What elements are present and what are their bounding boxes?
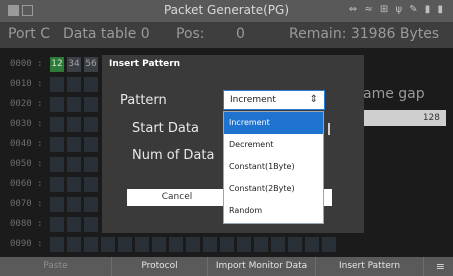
data-cell[interactable]: [50, 237, 64, 252]
data-cell[interactable]: [220, 237, 234, 252]
data-cell[interactable]: [84, 157, 98, 172]
paste-button[interactable]: Paste: [0, 257, 112, 276]
data-cell[interactable]: [84, 77, 98, 92]
data-cell[interactable]: [50, 157, 64, 172]
pattern-select-value: Increment: [230, 95, 276, 105]
data-cell[interactable]: [84, 117, 98, 132]
pattern-select[interactable]: Increment ⇕: [223, 90, 325, 110]
pos-label: Pos:: [176, 26, 205, 42]
chevron-updown-icon: ⇕: [309, 94, 318, 105]
data-cell[interactable]: [152, 237, 166, 252]
info-bar: Port C Data table 0 Pos: 0 Remain: 31986…: [0, 22, 453, 48]
data-cell[interactable]: [67, 197, 81, 212]
pattern-dropdown: Increment Decrement Constant(1Byte) Cons…: [223, 111, 324, 224]
data-table-label: Data table 0: [63, 26, 150, 42]
data-cell[interactable]: [169, 237, 183, 252]
row-address: 0040 :: [10, 139, 43, 149]
data-cell[interactable]: [84, 137, 98, 152]
data-cell[interactable]: [84, 97, 98, 112]
data-cell[interactable]: [271, 237, 285, 252]
row-address: 0030 :: [10, 119, 43, 129]
dropdown-option-decrement[interactable]: Decrement: [224, 134, 323, 156]
data-cell[interactable]: [50, 77, 64, 92]
row-address: 0050 :: [10, 159, 43, 169]
data-cell[interactable]: [118, 237, 132, 252]
data-cell[interactable]: [254, 237, 268, 252]
insert-pattern-button[interactable]: Insert Pattern: [316, 257, 424, 276]
data-cell[interactable]: [50, 217, 64, 232]
data-cell[interactable]: [67, 77, 81, 92]
data-cell[interactable]: [84, 177, 98, 192]
row-address: 0070 :: [10, 199, 43, 209]
num-of-data-label: Num of Data: [132, 148, 215, 163]
start-data-input[interactable]: [324, 123, 330, 135]
data-cell[interactable]: [101, 237, 115, 252]
start-data-label: Start Data: [132, 121, 199, 136]
pattern-label: Pattern: [120, 93, 167, 108]
data-cell[interactable]: [288, 237, 302, 252]
data-cell[interactable]: [67, 117, 81, 132]
row-address: 0010 :: [10, 79, 43, 89]
cancel-button[interactable]: Cancel: [127, 189, 227, 206]
data-cell[interactable]: [50, 117, 64, 132]
data-cell[interactable]: [67, 137, 81, 152]
data-cell[interactable]: [50, 197, 64, 212]
data-cell[interactable]: [67, 157, 81, 172]
data-cell[interactable]: [67, 237, 81, 252]
protocol-button[interactable]: Protocol: [112, 257, 208, 276]
dialog-title: Insert Pattern: [109, 59, 181, 69]
data-cell-selected[interactable]: 12: [50, 57, 64, 72]
remain-label: Remain: 31986 Bytes: [289, 26, 440, 42]
data-cell[interactable]: 56: [84, 57, 98, 72]
data-cell[interactable]: [50, 97, 64, 112]
row-address: 0090 :: [10, 239, 43, 249]
data-cell[interactable]: [50, 177, 64, 192]
data-cell[interactable]: [84, 217, 98, 232]
row-address: 0000 :: [10, 59, 43, 69]
dropdown-option-constant-2byte[interactable]: Constant(2Byte): [224, 178, 323, 200]
title-bar: Packet Generate(PG) ⇔ ≈ ⊞ ψ ✎ ▮ ▮: [0, 0, 453, 22]
row-address: 0060 :: [10, 179, 43, 189]
row-address: 0020 :: [10, 99, 43, 109]
bottom-toolbar: Paste Protocol Import Monitor Data Inser…: [0, 257, 453, 276]
data-cell[interactable]: [186, 237, 200, 252]
data-cell[interactable]: [67, 97, 81, 112]
data-cell[interactable]: [84, 197, 98, 212]
data-cell[interactable]: 34: [67, 57, 81, 72]
menu-icon[interactable]: ≡: [436, 260, 445, 273]
data-cell[interactable]: [67, 177, 81, 192]
frame-gap-label: ame gap: [363, 86, 425, 102]
data-cell[interactable]: [67, 217, 81, 232]
dropdown-option-random[interactable]: Random: [224, 200, 323, 222]
data-cell[interactable]: [305, 237, 319, 252]
data-cell[interactable]: [322, 237, 336, 252]
dropdown-option-increment[interactable]: Increment: [224, 112, 323, 134]
data-cell[interactable]: [203, 237, 217, 252]
data-cell[interactable]: [237, 237, 251, 252]
data-cell[interactable]: [84, 237, 98, 252]
row-address: 0080 :: [10, 219, 43, 229]
data-cell[interactable]: [50, 137, 64, 152]
frame-gap-input[interactable]: 128: [362, 110, 446, 126]
dropdown-option-constant-1byte[interactable]: Constant(1Byte): [224, 156, 323, 178]
port-label: Port C: [8, 26, 50, 42]
import-monitor-data-button[interactable]: Import Monitor Data: [208, 257, 316, 276]
status-icons: ⇔ ≈ ⊞ ψ ✎ ▮ ▮: [348, 4, 445, 15]
ok-button[interactable]: [324, 189, 332, 206]
data-cell[interactable]: [135, 237, 149, 252]
pos-value: 0: [236, 26, 245, 42]
